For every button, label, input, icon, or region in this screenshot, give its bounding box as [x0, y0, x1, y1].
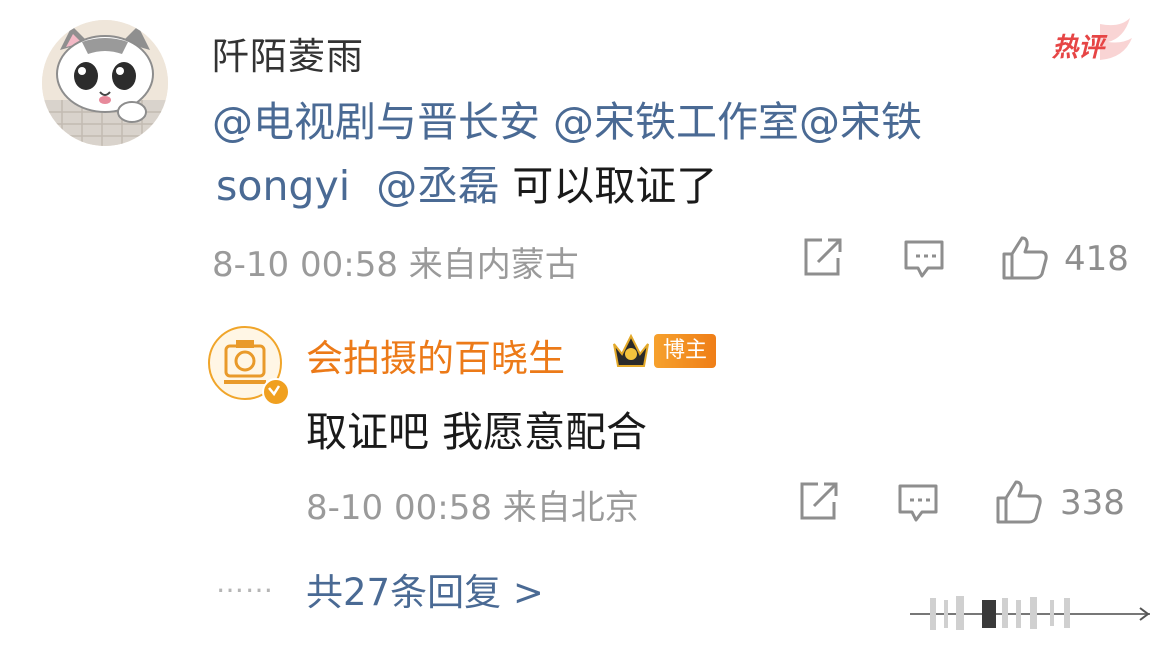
verified-icon [262, 378, 290, 406]
comment-icon [898, 484, 938, 522]
more-replies-link[interactable]: 共27条回复 > [306, 562, 544, 616]
comment-username[interactable]: 阡陌菱雨 [212, 26, 364, 80]
mention-link[interactable]: @丞磊 [376, 162, 499, 210]
mention-link[interactable]: @宋铁 [799, 98, 922, 146]
comment-button[interactable] [902, 238, 946, 286]
cat-avatar-icon [42, 20, 168, 146]
comment-source: 来自内蒙古 [408, 245, 579, 285]
mention-link[interactable]: songyi [216, 162, 350, 210]
reply-meta: 8-10 00:58 来自北京 [306, 480, 639, 529]
reply-like-count: 338 [1060, 483, 1125, 523]
mention-link[interactable]: @宋铁工作室 [553, 98, 799, 146]
reply-timestamp: 8-10 00:58 [306, 488, 492, 528]
share-icon [804, 238, 842, 276]
comment-text-line2: songyi @丞磊 可以取证了 [216, 160, 717, 212]
comment-timestamp: 8-10 00:58 [212, 245, 398, 285]
more-dots: …… [216, 566, 274, 599]
share-icon [800, 482, 838, 520]
reply-share-button[interactable] [796, 480, 840, 528]
like-count: 418 [1064, 239, 1129, 279]
share-button[interactable] [800, 236, 844, 284]
reply-like-button[interactable] [994, 478, 1044, 530]
crown-icon [610, 330, 652, 372]
comment-text-line1: @电视剧与晋长安 @宋铁工作室@宋铁 [212, 96, 922, 148]
mention-link[interactable]: @电视剧与晋长安 [212, 98, 540, 146]
comment-icon [904, 240, 944, 278]
comment-text: 可以取证了 [512, 162, 718, 210]
avatar[interactable] [42, 20, 168, 146]
scroll-indicator[interactable] [910, 594, 1150, 634]
hot-comment-label: 热评 [1051, 33, 1108, 63]
reply-username[interactable]: 会拍摄的百晓生 [306, 328, 565, 382]
like-icon [1002, 236, 1048, 280]
reply-text: 取证吧 我愿意配合 [306, 408, 648, 456]
like-button[interactable] [1000, 234, 1050, 286]
reply-comment-button[interactable] [896, 482, 940, 530]
reply-source: 来自北京 [502, 488, 639, 528]
blogger-badge: 博主 [654, 334, 717, 368]
like-icon [996, 480, 1042, 524]
hot-comment-icon: 热评 [1051, 18, 1132, 63]
hot-comment-badge: 热评 [1050, 18, 1134, 68]
comment-meta: 8-10 00:58 来自内蒙古 [212, 237, 579, 286]
